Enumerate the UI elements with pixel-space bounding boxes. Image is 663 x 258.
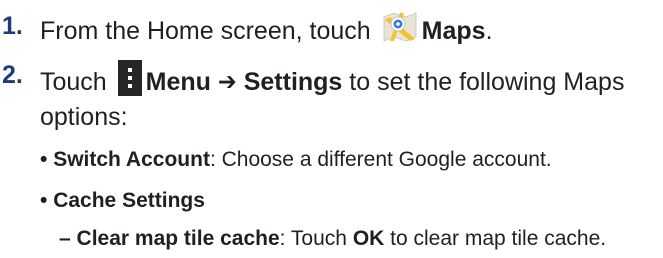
step-text: From the Home screen, touch Maps. [40,11,493,51]
step-number: 1. [2,12,23,40]
sub-item-marker: – [59,227,71,250]
bullet-cache-settings: • Cache Settings [40,190,205,211]
arrow: ➔ [217,68,237,97]
bullet-switch-account: • Switch Account: Choose a different Goo… [40,149,552,170]
maps-app-icon [382,11,418,48]
bullet-marker: • [40,148,48,171]
sub-item-text-b: to clear map tile cache. [390,227,607,250]
step-number: 2. [2,61,23,89]
step-continuation-text: options: [40,103,128,131]
sub-item-clear-map-tile-cache: – Clear map tile cache: Touch OK to clea… [59,228,606,249]
settings-label: Settings [243,68,343,97]
step-text-after: . [485,17,493,46]
bullet-label: Cache Settings [53,189,205,212]
bullet-text: : Choose a different Google account. [209,148,552,171]
bullet-label: Switch Account [53,148,210,171]
step-text: Touch Menu ➔ Settings to set the followi… [40,60,625,104]
sub-item-text-a: : Touch [279,227,347,250]
menu-label: Menu [145,68,211,97]
bullet-marker: • [40,189,48,212]
ok-label: OK [352,227,385,250]
step-text-before: From the Home screen, touch [40,17,371,46]
sub-item-label: Clear map tile cache [76,227,280,250]
maps-label: Maps [421,17,486,46]
menu-icon [117,60,142,101]
instructions-page: 1. From the Home screen, touch Maps. 2. … [0,0,663,258]
step-text-after: to set the following Maps [349,68,625,97]
step-text-before: Touch [40,68,107,97]
